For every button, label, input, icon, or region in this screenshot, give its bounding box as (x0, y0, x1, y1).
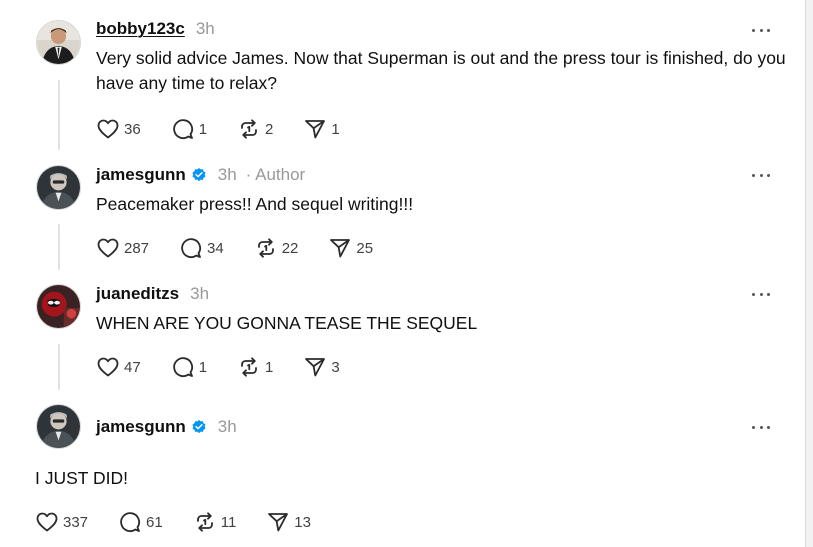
avatar[interactable] (36, 165, 81, 210)
heart-icon (96, 355, 120, 379)
like-button[interactable]: 47 (96, 355, 141, 379)
reply-count: 1 (198, 120, 208, 138)
action-bar: 47 1 1 3 (96, 355, 340, 379)
like-count: 36 (124, 120, 141, 138)
comment-icon (179, 236, 203, 260)
comment-icon (171, 355, 195, 379)
post-header: bobby123c 3h (96, 19, 215, 39)
verified-badge-icon (191, 419, 207, 435)
more-options-button[interactable] (750, 287, 772, 301)
repost-count: 22 (281, 239, 299, 257)
more-dots-icon (752, 28, 755, 32)
timestamp[interactable]: 3h (218, 165, 237, 185)
action-bar: 287 34 22 25 (96, 236, 373, 260)
comment-icon (171, 117, 195, 141)
more-options-button[interactable] (750, 420, 772, 434)
more-dots-icon (752, 425, 755, 429)
send-icon (303, 355, 327, 379)
reply-count: 34 (207, 239, 224, 257)
like-button[interactable]: 337 (35, 510, 88, 534)
send-icon (328, 236, 352, 260)
post-header: jamesgunn 3h (96, 417, 237, 437)
repost-icon (193, 510, 217, 534)
repost-count: 11 (220, 513, 237, 531)
repost-icon (237, 117, 261, 141)
post-text: Very solid advice James. Now that Superm… (96, 48, 786, 93)
share-button[interactable]: 25 (328, 236, 373, 260)
heart-icon (96, 117, 120, 141)
post-header: jamesgunn 3h · Author (96, 165, 305, 185)
comment-icon (118, 510, 142, 534)
verified-badge-icon (191, 167, 207, 183)
avatar[interactable] (36, 20, 81, 65)
like-count: 287 (124, 239, 150, 257)
more-dots-icon (752, 173, 755, 177)
share-button[interactable]: 13 (266, 510, 311, 534)
share-button[interactable]: 1 (303, 117, 340, 141)
repost-button[interactable]: 22 (254, 236, 299, 260)
reply-button[interactable]: 1 (171, 355, 207, 379)
share-count: 13 (294, 513, 311, 531)
avatar[interactable] (36, 284, 81, 329)
share-count: 1 (331, 120, 340, 138)
timestamp[interactable]: 3h (218, 417, 237, 437)
post-text: I JUST DID! (35, 468, 129, 488)
timestamp[interactable]: 3h (190, 284, 209, 304)
post-text: Peacemaker press!! And sequel writing!!! (96, 194, 414, 214)
repost-button[interactable]: 11 (193, 510, 237, 534)
like-button[interactable]: 36 (96, 117, 141, 141)
username[interactable]: jamesgunn (96, 417, 186, 437)
username[interactable]: juaneditzs (96, 284, 179, 304)
post-text: WHEN ARE YOU GONNA TEASE THE SEQUEL (96, 313, 478, 333)
thread-line (58, 344, 60, 390)
thread-panel: bobby123c 3h Very solid advice James. No… (0, 0, 806, 547)
more-options-button[interactable] (750, 23, 772, 37)
like-count: 47 (124, 358, 141, 376)
action-bar: 337 61 11 13 (35, 510, 311, 534)
repost-icon (254, 236, 278, 260)
repost-button[interactable]: 2 (237, 117, 273, 141)
action-bar: 36 1 2 1 (96, 117, 340, 141)
thread-line (58, 224, 60, 270)
share-button[interactable]: 3 (303, 355, 340, 379)
more-options-button[interactable] (750, 168, 772, 182)
more-dots-icon (752, 292, 755, 296)
thread-line (58, 80, 60, 150)
like-count: 337 (63, 513, 89, 531)
repost-count: 2 (265, 120, 274, 138)
repost-icon (237, 355, 261, 379)
post-header: juaneditzs 3h (96, 284, 209, 304)
heart-icon (35, 510, 59, 534)
share-count: 25 (356, 239, 374, 257)
heart-icon (96, 236, 120, 260)
like-button[interactable]: 287 (96, 236, 149, 260)
send-icon (266, 510, 290, 534)
reply-count: 1 (198, 358, 208, 376)
repost-count: 1 (265, 358, 274, 376)
avatar[interactable] (36, 404, 81, 449)
reply-count: 61 (146, 513, 163, 531)
username[interactable]: bobby123c (96, 19, 185, 39)
reply-button[interactable]: 61 (118, 510, 163, 534)
send-icon (303, 117, 327, 141)
author-label: · Author (245, 165, 306, 184)
reply-button[interactable]: 34 (179, 236, 224, 260)
share-count: 3 (331, 358, 340, 376)
repost-button[interactable]: 1 (237, 355, 273, 379)
reply-button[interactable]: 1 (171, 117, 207, 141)
timestamp[interactable]: 3h (196, 19, 215, 39)
username[interactable]: jamesgunn (96, 165, 186, 185)
